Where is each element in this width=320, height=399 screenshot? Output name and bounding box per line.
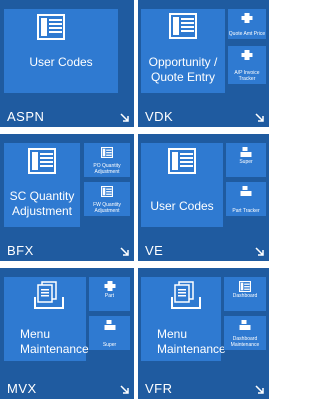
tile-quote-amt-price[interactable]: Quote Amt Price xyxy=(228,9,266,39)
tile-menu-maintenance[interactable]: Menu Maintenance xyxy=(141,277,226,361)
tile-user-codes[interactable]: User Codes xyxy=(4,9,118,93)
tile-label: Part Tracker xyxy=(232,208,260,214)
tile-opportunity-quote-entry[interactable]: Opportunity / Quote Entry xyxy=(141,9,225,93)
tile-ap-invoice-tracker[interactable]: A/P Invoice Tracker xyxy=(228,46,266,84)
tile-label: A/P Invoice Tracker xyxy=(234,70,260,82)
tile-label: Part xyxy=(104,293,115,299)
tile-label: Quote Amt Price xyxy=(228,31,266,37)
tile-part[interactable]: Part xyxy=(89,277,130,311)
group-name: MVX xyxy=(7,381,37,396)
tile-label: Menu Maintenance xyxy=(157,327,226,356)
tile-super[interactable]: Super xyxy=(226,143,266,177)
expand-icon[interactable] xyxy=(255,247,265,257)
tray-icon xyxy=(104,320,115,330)
list-view-icon xyxy=(168,148,196,174)
tile-menu-maintenance[interactable]: Menu Maintenance xyxy=(4,277,89,361)
tray-icon xyxy=(240,186,252,196)
expand-icon[interactable] xyxy=(255,113,265,123)
group-aspn: User Codes ASPN xyxy=(0,0,134,127)
tile-label: User Codes xyxy=(29,55,93,69)
group-ve: User Codes Super Part Tracker VE xyxy=(138,134,269,261)
tile-super[interactable]: Super xyxy=(89,316,130,350)
list-view-icon xyxy=(169,13,197,39)
tile-part-tracker[interactable]: Part Tracker xyxy=(226,182,266,216)
group-mvx: Menu Maintenance Part Super MVX xyxy=(0,268,134,399)
group-vdk: Opportunity / Quote Entry Quote Amt Pric… xyxy=(138,0,269,127)
tile-label: Super xyxy=(102,342,117,348)
printer-icon xyxy=(241,13,253,23)
expand-icon[interactable] xyxy=(120,247,130,257)
list-view-icon xyxy=(239,281,251,292)
group-name: VE xyxy=(145,243,164,258)
printer-icon xyxy=(104,281,115,291)
tile-label: FW Quantity Adjustment xyxy=(93,202,121,214)
tile-user-codes[interactable]: User Codes xyxy=(141,143,223,227)
group-name: ASPN xyxy=(7,109,45,124)
tile-label: User Codes xyxy=(150,199,214,213)
group-name: BFX xyxy=(7,243,34,258)
tile-label: Opportunity / Quote Entry xyxy=(148,55,218,84)
tile-label: Super xyxy=(239,159,253,165)
tile-fw-quantity-adjustment[interactable]: FW Quantity Adjustment xyxy=(84,182,130,216)
expand-icon[interactable] xyxy=(120,385,130,395)
printer-icon xyxy=(241,50,253,60)
group-name: VFR xyxy=(145,381,173,396)
tray-icon xyxy=(239,320,251,330)
tile-label: Menu Maintenance xyxy=(20,327,89,356)
tile-dashboard-maintenance[interactable]: Dashboard Maintenance xyxy=(224,316,266,350)
tile-label: SC Quantity Adjustment xyxy=(9,189,75,218)
tile-po-quantity-adjustment[interactable]: PO Quantity Adjustment xyxy=(84,143,130,177)
list-view-icon xyxy=(101,147,113,158)
group-vfr: Menu Maintenance Dashboard Dashboard Mai… xyxy=(138,268,269,399)
group-name: VDK xyxy=(145,109,174,124)
tray-icon xyxy=(240,147,252,157)
menu-documents-icon xyxy=(34,281,64,309)
group-bfx: SC Quantity Adjustment PO Quantity Adjus… xyxy=(0,134,134,261)
tile-label: Dashboard Maintenance xyxy=(230,336,260,348)
expand-icon[interactable] xyxy=(255,385,265,395)
list-view-icon xyxy=(37,14,65,40)
expand-icon[interactable] xyxy=(120,113,130,123)
tile-label: Dashboard xyxy=(232,293,258,299)
list-view-icon xyxy=(28,148,56,174)
tile-dashboard[interactable]: Dashboard xyxy=(224,277,266,311)
list-view-icon xyxy=(101,186,113,197)
tile-sc-quantity-adjustment[interactable]: SC Quantity Adjustment xyxy=(4,143,80,227)
tile-label: PO Quantity Adjustment xyxy=(93,163,121,175)
menu-documents-icon xyxy=(171,281,201,309)
